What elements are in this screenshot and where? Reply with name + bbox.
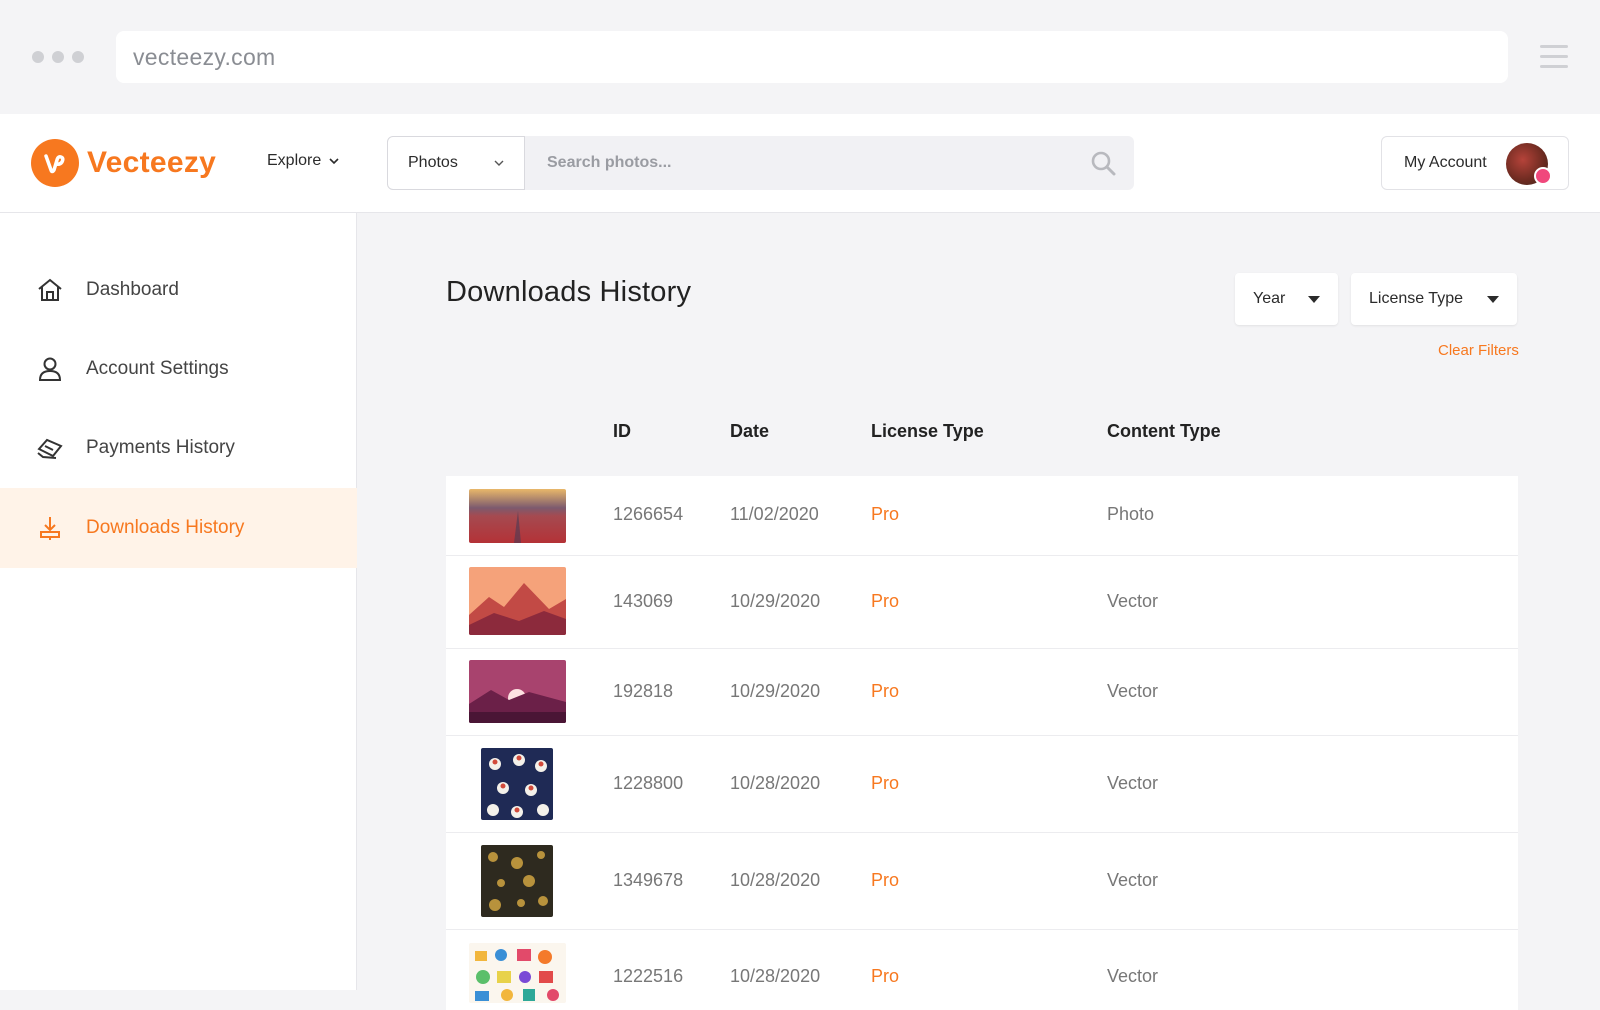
row-id: 1266654 [613, 504, 684, 524]
row-content-type: Vector [1107, 773, 1159, 793]
table-row[interactable]: 1228800 10/28/2020 Pro Vector [446, 736, 1518, 833]
address-bar[interactable]: vecteezy.com [116, 31, 1508, 83]
table-header: ID Date License Type Content Type [446, 421, 1518, 451]
sidebar-item-downloads-history[interactable]: Downloads History [0, 488, 357, 568]
search-bar: Photos [387, 136, 1134, 190]
user-icon [36, 355, 64, 383]
table-row[interactable]: 143069 10/29/2020 Pro Vector [446, 556, 1518, 649]
search-category-label: Photos [408, 154, 458, 171]
row-content-type: Vector [1107, 681, 1159, 701]
browser-chrome: vecteezy.com [0, 0, 1600, 114]
row-date: 10/29/2020 [730, 591, 821, 611]
download-icon [36, 514, 64, 542]
row-license: Pro [871, 966, 900, 986]
row-id: 143069 [613, 591, 674, 611]
thumbnail-image[interactable] [469, 489, 566, 543]
caret-down-icon [1487, 295, 1499, 303]
chevron-down-icon [494, 160, 504, 166]
thumbnail-image[interactable] [481, 748, 553, 820]
column-header-date[interactable]: Date [730, 421, 769, 442]
row-content-type: Vector [1107, 966, 1159, 986]
license-type-filter-dropdown[interactable]: License Type [1351, 273, 1517, 325]
row-content-type: Vector [1107, 591, 1159, 611]
account-label: My Account [1404, 154, 1487, 171]
row-id: 1349678 [613, 870, 684, 890]
window-dot[interactable] [52, 51, 64, 63]
row-license: Pro [871, 591, 900, 611]
home-icon [36, 276, 64, 304]
sidebar: Dashboard Account Settings Payments Hist… [0, 213, 357, 990]
row-date: 10/28/2020 [730, 966, 821, 986]
table-row[interactable]: 192818 10/29/2020 Pro Vector [446, 649, 1518, 736]
year-filter-label: Year [1253, 290, 1286, 307]
search-category-select[interactable]: Photos [387, 136, 525, 190]
window-controls [32, 51, 84, 63]
payments-icon [36, 434, 64, 462]
column-header-id[interactable]: ID [613, 421, 631, 442]
row-date: 10/28/2020 [730, 773, 821, 793]
row-license: Pro [871, 773, 900, 793]
year-filter-dropdown[interactable]: Year [1235, 273, 1338, 325]
row-license: Pro [871, 681, 900, 701]
sidebar-item-label: Downloads History [86, 517, 245, 538]
license-filter-label: License Type [1369, 290, 1463, 307]
thumbnail-image[interactable] [469, 567, 566, 635]
vecteezy-logo-icon [31, 139, 79, 187]
page-title: Downloads History [446, 276, 692, 308]
column-header-license-type[interactable]: License Type [871, 421, 984, 442]
sidebar-item-label: Dashboard [86, 279, 179, 300]
row-date: 10/28/2020 [730, 870, 821, 890]
table-row[interactable]: 1266654 11/02/2020 Pro Photo [446, 476, 1518, 556]
sidebar-item-dashboard[interactable]: Dashboard [0, 250, 357, 330]
row-content-type: Vector [1107, 870, 1159, 890]
row-content-type: Photo [1107, 504, 1155, 524]
explore-menu[interactable]: Explore [267, 152, 339, 170]
explore-label: Explore [267, 152, 322, 169]
sidebar-item-label: Account Settings [86, 358, 229, 379]
pro-badge-icon [1534, 167, 1552, 185]
sidebar-item-payments-history[interactable]: Payments History [0, 408, 357, 488]
sidebar-item-account-settings[interactable]: Account Settings [0, 329, 357, 409]
window-dot[interactable] [72, 51, 84, 63]
hamburger-menu-icon[interactable] [1540, 45, 1568, 69]
search-input[interactable] [525, 136, 1134, 190]
sidebar-item-label: Payments History [86, 437, 235, 458]
logo[interactable]: Vecteezy [31, 139, 216, 187]
clear-filters-link[interactable]: Clear Filters [1438, 342, 1519, 359]
my-account-button[interactable]: My Account [1381, 136, 1569, 190]
chevron-down-icon [329, 157, 339, 164]
caret-down-icon [1308, 295, 1320, 303]
row-license: Pro [871, 504, 900, 524]
logo-text: Vecteezy [87, 146, 217, 179]
main-content: Downloads History Year License Type Clea… [357, 213, 1600, 1010]
row-id: 1222516 [613, 966, 684, 986]
app-header: Vecteezy Explore Photos My Account [0, 114, 1600, 213]
row-date: 10/29/2020 [730, 681, 821, 701]
search-icon[interactable] [1090, 150, 1116, 176]
window-dot[interactable] [32, 51, 44, 63]
downloads-table: 1266654 11/02/2020 Pro Photo 143069 10/2… [446, 476, 1518, 1010]
row-id: 192818 [613, 681, 674, 701]
table-row[interactable]: 1349678 10/28/2020 Pro Vector [446, 833, 1518, 930]
row-date: 11/02/2020 [730, 504, 819, 524]
column-header-content-type[interactable]: Content Type [1107, 421, 1221, 442]
row-license: Pro [871, 870, 900, 890]
thumbnail-image[interactable] [469, 943, 566, 1003]
thumbnail-image[interactable] [481, 845, 553, 917]
row-id: 1228800 [613, 773, 684, 793]
thumbnail-image[interactable] [469, 660, 566, 723]
table-row[interactable]: 1222516 10/28/2020 Pro Vector [446, 930, 1518, 1010]
